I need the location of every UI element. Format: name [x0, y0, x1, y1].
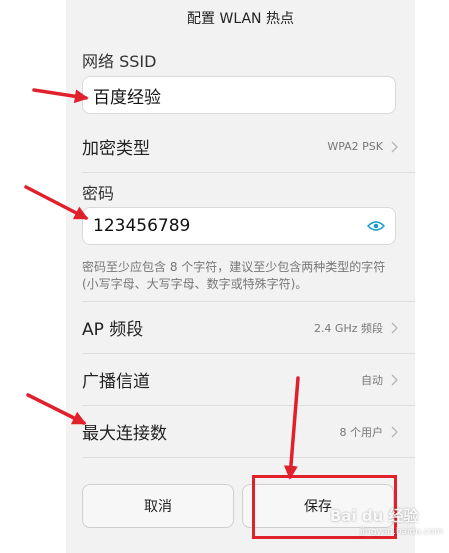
watermark: Bai du 经验: [330, 507, 419, 525]
arrow-to-password: [24, 185, 89, 220]
annotation-arrows: [24, 88, 300, 480]
arrow-to-max-connections: [26, 393, 87, 425]
arrow-to-ssid: [32, 88, 89, 104]
watermark-sub: jingyan.baidu.com: [360, 527, 444, 537]
arrow-to-save: [283, 376, 300, 480]
